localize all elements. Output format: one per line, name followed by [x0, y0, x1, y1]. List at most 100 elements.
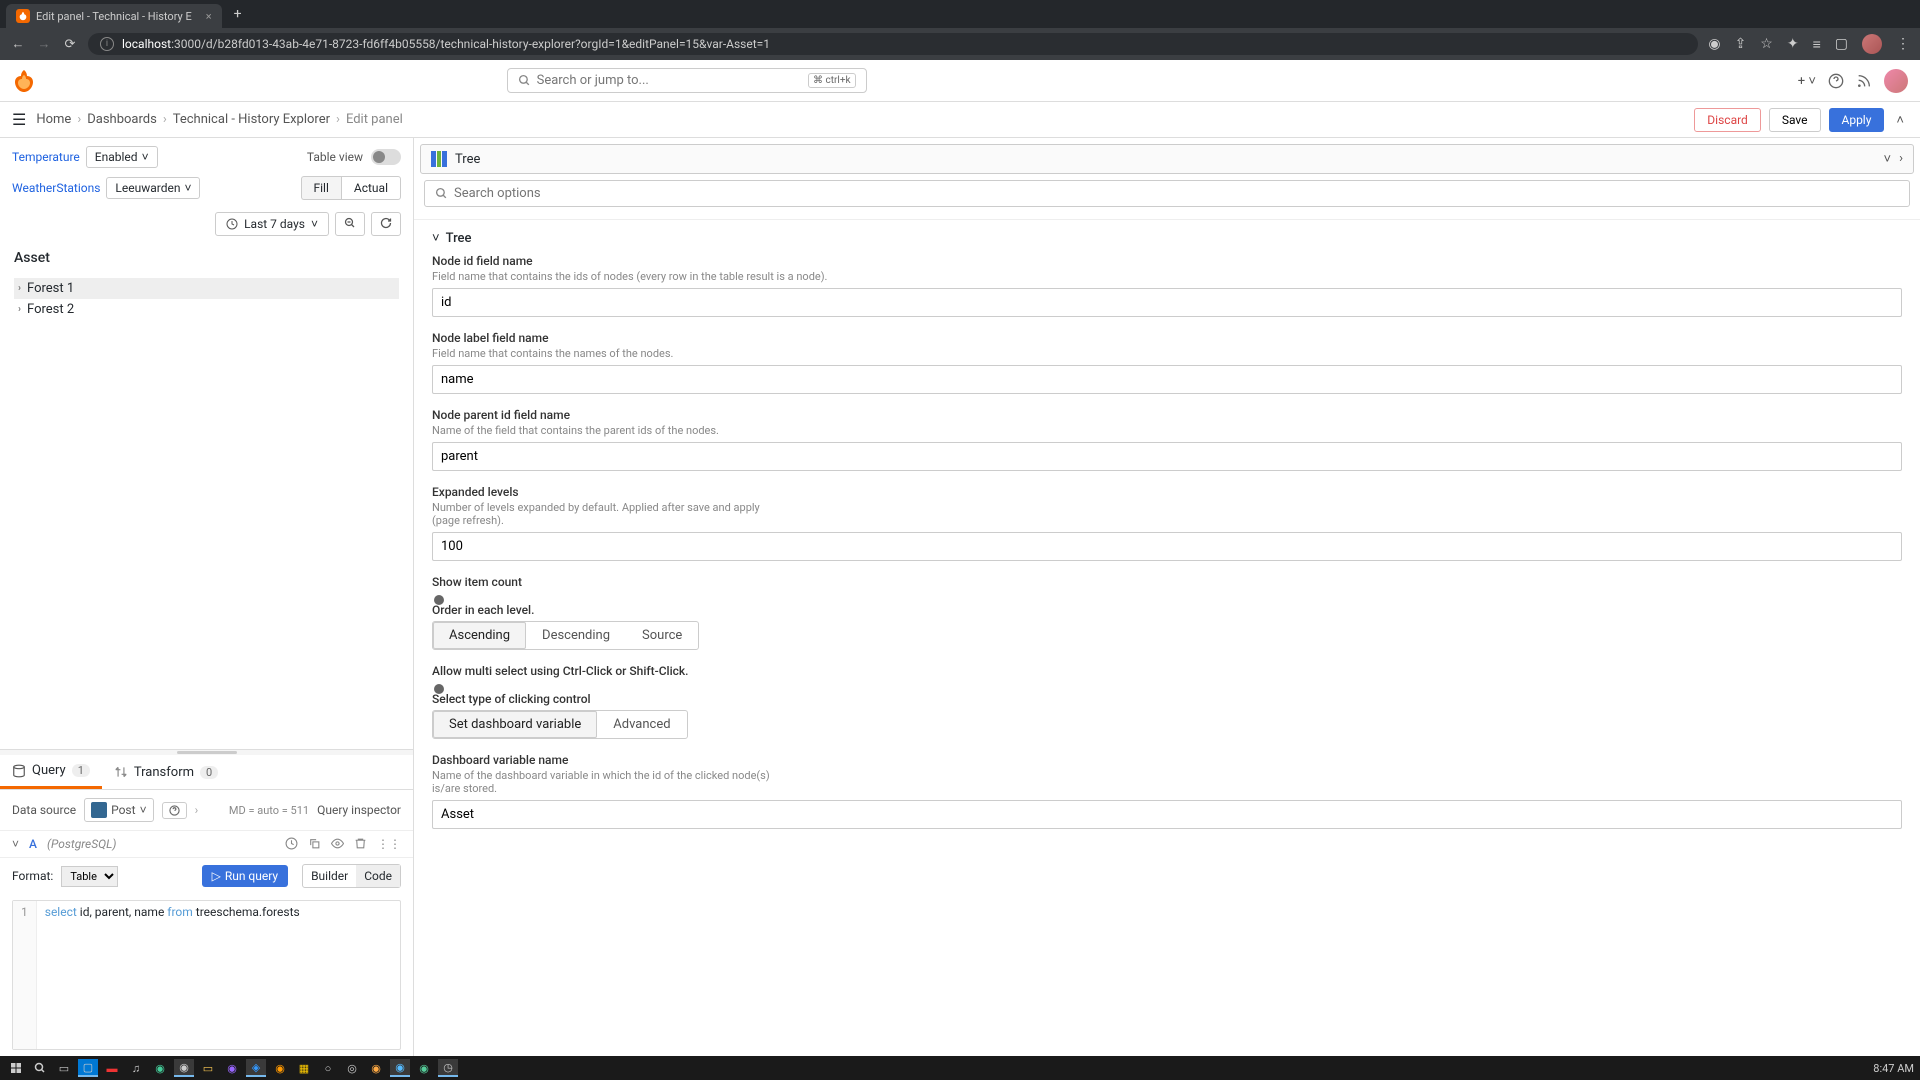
browser-tab[interactable]: Edit panel - Technical - History E ×	[6, 4, 222, 28]
tab-transform[interactable]: Transform 0	[102, 755, 230, 789]
taskbar-app-10[interactable]: ◉	[366, 1059, 386, 1077]
taskbar-clock[interactable]: 8:47 AM	[1873, 1062, 1914, 1075]
datasource-help-icon[interactable]	[162, 802, 187, 819]
breadcrumb-dashboard-name[interactable]: Technical - History Explorer	[173, 112, 330, 127]
extensions-icon[interactable]: ✦	[1787, 36, 1799, 52]
taskbar-chrome[interactable]: ◉	[174, 1059, 194, 1077]
node-label-input[interactable]	[432, 365, 1902, 394]
user-avatar[interactable]	[1884, 69, 1908, 93]
new-tab-button[interactable]: +	[234, 6, 242, 22]
menu-toggle-icon[interactable]: ☰	[12, 110, 26, 129]
section-tree-header[interactable]: ˅ Tree	[432, 230, 1902, 246]
query-inspector-button[interactable]: Query inspector	[317, 803, 401, 817]
chevron-down-icon[interactable]: ˅	[1884, 151, 1892, 167]
collapse-options-icon[interactable]: ˄	[1892, 108, 1908, 132]
query-ref-id[interactable]: A	[29, 837, 37, 851]
taskbar-app-11[interactable]: ◉	[390, 1059, 410, 1077]
var-stations-select[interactable]: Leeuwarden ˅	[106, 177, 200, 199]
sql-editor[interactable]: 1 select id, parent, name from treeschem…	[12, 900, 401, 1050]
taskbar-app-9[interactable]: ◎	[342, 1059, 362, 1077]
expanded-levels-input[interactable]	[432, 532, 1902, 561]
save-button[interactable]: Save	[1769, 108, 1821, 132]
toggle-query-icon[interactable]	[331, 837, 344, 851]
search-taskbar-icon[interactable]	[30, 1059, 50, 1077]
order-source[interactable]: Source	[626, 622, 698, 649]
breadcrumb-dashboards[interactable]: Dashboards	[87, 112, 157, 127]
click-set-var[interactable]: Set dashboard variable	[433, 711, 597, 738]
share-icon[interactable]: ⇪	[1735, 36, 1747, 52]
var-temperature-label[interactable]: Temperature	[12, 150, 80, 164]
node-id-input[interactable]	[432, 288, 1902, 317]
taskbar-app-5[interactable]: ◉	[222, 1059, 242, 1077]
back-button[interactable]: ←	[10, 36, 26, 52]
var-stations-label[interactable]: WeatherStations	[12, 181, 100, 195]
duplicate-query-icon[interactable]	[308, 837, 321, 851]
side-panel-icon[interactable]: ▢	[1835, 36, 1848, 52]
site-info-icon[interactable]: i	[100, 37, 114, 51]
profile-avatar[interactable]	[1862, 34, 1882, 54]
code-mode-button[interactable]: Code	[356, 865, 400, 887]
refresh-icon[interactable]	[371, 212, 401, 236]
tree-node-forest-1[interactable]: › Forest 1	[14, 278, 399, 299]
order-ascending[interactable]: Ascending	[433, 622, 526, 649]
reload-button[interactable]: ⟳	[62, 37, 78, 52]
run-query-button[interactable]: ▷ Run query	[202, 865, 289, 887]
chevron-right-icon[interactable]: ›	[18, 283, 21, 294]
query-history-icon[interactable]	[285, 837, 298, 851]
translate-icon[interactable]: ◉	[1708, 36, 1720, 52]
actual-button[interactable]: Actual	[341, 176, 401, 200]
click-advanced[interactable]: Advanced	[597, 711, 686, 738]
query-tabs: Query 1 Transform 0	[0, 755, 413, 790]
taskbar-app-8[interactable]: ○	[318, 1059, 338, 1077]
table-view-toggle[interactable]	[371, 149, 401, 165]
add-icon[interactable]: + ˅	[1798, 73, 1816, 89]
zoom-out-icon[interactable]	[335, 212, 365, 236]
options-search[interactable]	[424, 180, 1910, 207]
browser-menu-icon[interactable]: ⋮	[1896, 36, 1910, 52]
apply-button[interactable]: Apply	[1829, 108, 1885, 132]
datasource-select[interactable]: Post ˅	[84, 798, 153, 822]
bookmark-icon[interactable]: ☆	[1760, 36, 1773, 52]
task-view-icon[interactable]: ▭	[54, 1059, 74, 1077]
taskbar-explorer[interactable]: ▭	[198, 1059, 218, 1077]
close-tab-icon[interactable]: ×	[206, 10, 212, 23]
news-icon[interactable]	[1856, 73, 1872, 89]
reading-list-icon[interactable]: ≡	[1813, 36, 1821, 53]
delete-query-icon[interactable]	[354, 837, 367, 851]
builder-mode-button[interactable]: Builder	[303, 865, 356, 887]
start-button[interactable]	[6, 1059, 26, 1077]
format-select[interactable]: Table	[61, 866, 118, 887]
tab-query[interactable]: Query 1	[0, 755, 102, 789]
taskbar-app-6[interactable]: ◉	[270, 1059, 290, 1077]
taskbar-app-13[interactable]: ◷	[438, 1059, 458, 1077]
tree-node-forest-2[interactable]: › Forest 2	[14, 299, 399, 320]
breadcrumb-home[interactable]: Home	[36, 112, 71, 127]
collapse-query-icon[interactable]: ˅	[12, 837, 19, 851]
taskbar-vscode[interactable]: ◈	[246, 1059, 266, 1077]
taskbar-app-2[interactable]: ▬	[102, 1059, 122, 1077]
time-range-picker[interactable]: Last 7 days ˅	[215, 212, 329, 236]
taskbar-app-3[interactable]: ♫	[126, 1059, 146, 1077]
node-parent-input[interactable]	[432, 442, 1902, 471]
taskbar-app-1[interactable]: ▢	[78, 1059, 98, 1077]
dash-var-input[interactable]	[432, 800, 1902, 829]
chevron-right-icon[interactable]: ›	[1899, 151, 1903, 167]
fill-button[interactable]: Fill	[301, 176, 341, 200]
var-temperature-select[interactable]: Enabled ˅	[86, 146, 158, 168]
discard-button[interactable]: Discard	[1694, 108, 1761, 132]
order-descending[interactable]: Descending	[526, 622, 626, 649]
forward-button[interactable]: →	[36, 36, 52, 52]
taskbar-app-4[interactable]: ◉	[150, 1059, 170, 1077]
global-search[interactable]: Search or jump to... ⌘ ctrl+k	[507, 68, 867, 93]
grafana-logo[interactable]	[12, 69, 36, 93]
help-icon[interactable]	[1828, 73, 1844, 89]
visualization-picker[interactable]: Tree ˅›	[420, 144, 1914, 174]
drag-query-icon[interactable]: ⋮⋮	[377, 837, 401, 851]
taskbar-app-12[interactable]: ◉	[414, 1059, 434, 1077]
chevron-right-icon[interactable]: ›	[18, 304, 21, 315]
taskbar-app-7[interactable]: ▦	[294, 1059, 314, 1077]
chevron-right-icon[interactable]: ›	[195, 803, 199, 817]
header-actions: + ˅	[1798, 69, 1908, 93]
address-bar[interactable]: i localhost:3000/d/b28fd013-43ab-4e71-87…	[88, 33, 1698, 55]
options-search-input[interactable]	[454, 186, 1899, 201]
